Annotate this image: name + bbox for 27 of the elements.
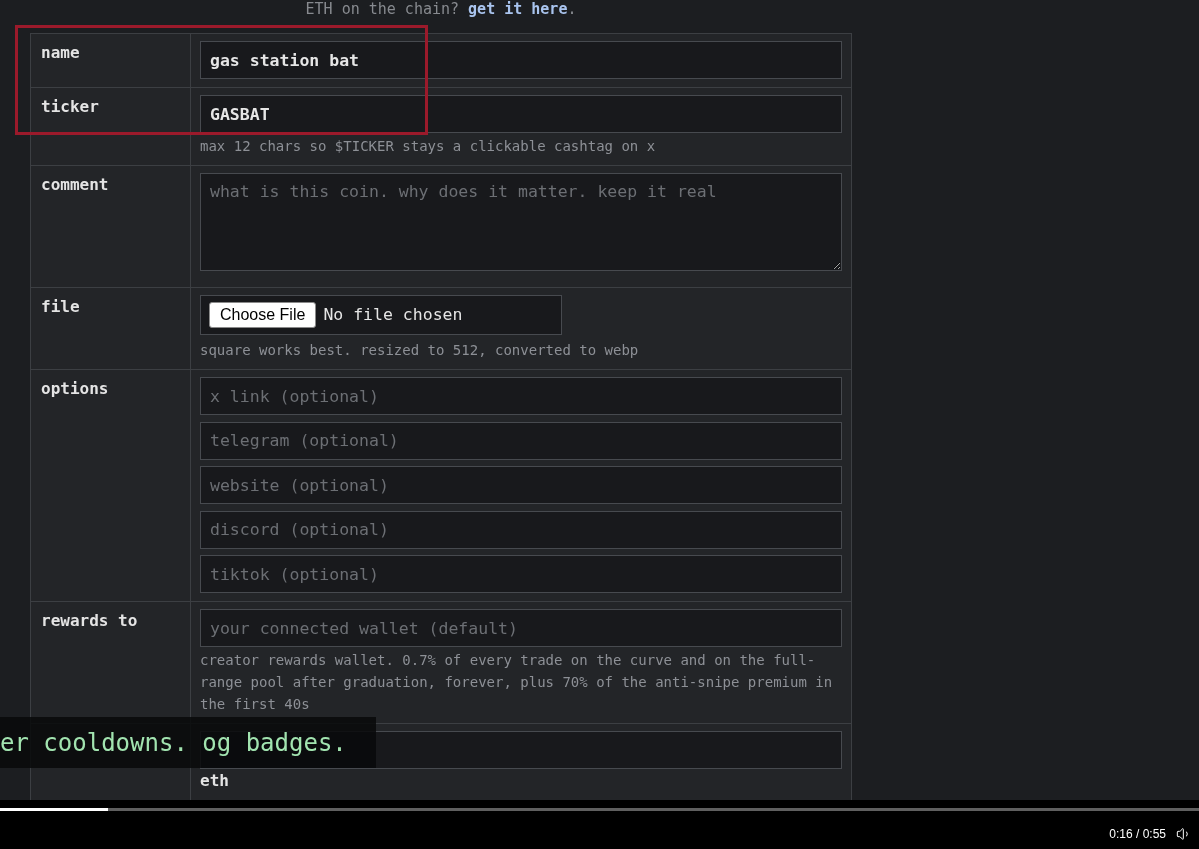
file-field[interactable]: Choose File No file chosen [200, 295, 562, 335]
progress-track[interactable] [0, 808, 1199, 811]
hint-text: square works best. resized to 512, converted to webp [200, 341, 640, 360]
field-label: comment [41, 175, 109, 194]
text-field[interactable]: tiktok (optional) [200, 555, 842, 593]
time-display: 0:16 / 0:55 [1109, 826, 1166, 842]
field-label: rewards to [41, 611, 138, 630]
text-field[interactable]: telegram (optional) [200, 421, 842, 460]
field-label: ticker [41, 97, 99, 116]
text-field[interactable]: x link (optional) [200, 377, 842, 415]
text-field[interactable]: website (optional) [200, 466, 842, 504]
notice-text: ETH on the chain? get it here. [305, 0, 577, 18]
notice-link[interactable]: get it here [468, 0, 568, 18]
hint-text: max 12 chars so $TICKER stays a clickable cashtag on x [200, 137, 657, 156]
hint-text: creator rewards wallet. 0.7% of every trade on the curve and on the full-range pool after graduation, forever, plus 70% of the anti-snipe premium in the first 40s [200, 651, 834, 714]
field-label: file [41, 297, 80, 316]
textarea-field[interactable]: what is this coin. why does it matter. keep it real [200, 173, 842, 271]
text-field[interactable]: your connected wallet (default) [200, 609, 842, 647]
subtitle-overlay: er cooldowns. og badges. [0, 717, 376, 768]
unit-label: eth [200, 770, 230, 792]
text-field[interactable]: GASBAT [200, 95, 842, 133]
text-field[interactable]: gas station bat [200, 41, 842, 79]
field-label: name [41, 43, 80, 62]
text-field[interactable]: discord (optional) [200, 510, 842, 549]
file-status-text: No file chosen [323, 303, 463, 326]
field-label: options [41, 379, 109, 398]
choose-file-button[interactable]: Choose File [209, 302, 317, 328]
